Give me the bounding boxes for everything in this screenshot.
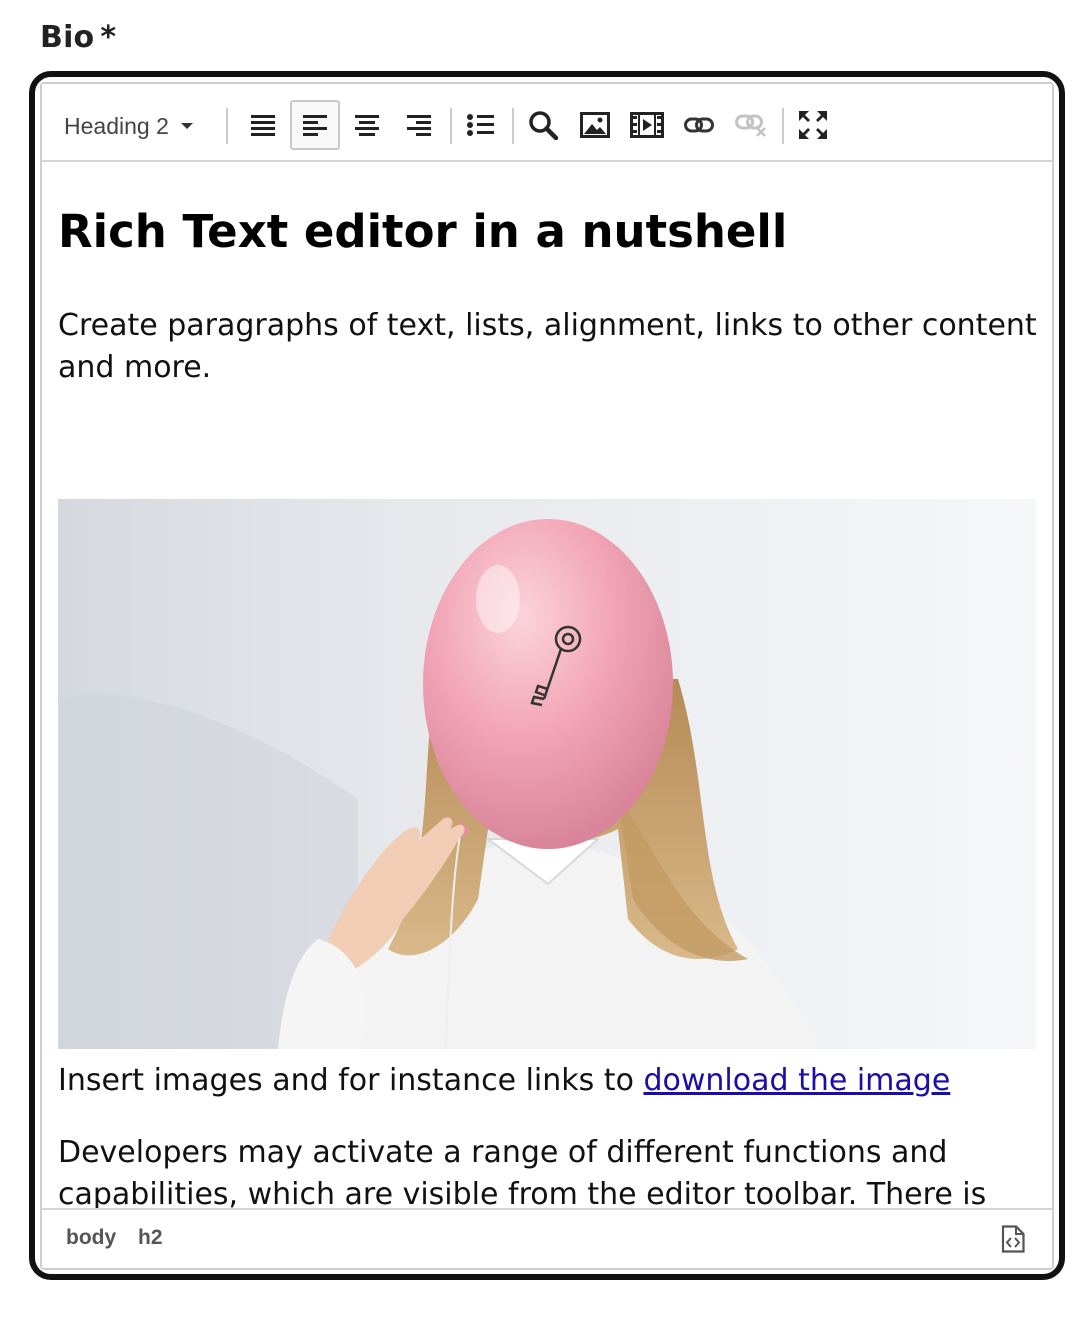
- rich-text-editor[interactable]: Heading 2 Rich Text editor in a nutshell…: [40, 82, 1054, 1270]
- insert-media-button[interactable]: [622, 100, 672, 150]
- source-code-button[interactable]: [996, 1222, 1030, 1256]
- editor-toolbar: Heading 2: [42, 84, 1052, 162]
- align-right-button[interactable]: [394, 100, 444, 150]
- embedded-image[interactable]: [58, 499, 1036, 1049]
- align-right-icon: [407, 115, 431, 136]
- fullscreen-button[interactable]: [788, 100, 838, 150]
- toolbar-separator: [226, 108, 228, 144]
- toolbar-separator: [512, 108, 514, 144]
- link-icon: [684, 117, 714, 133]
- balloon-girl-image: [58, 499, 1036, 1049]
- image-icon: [580, 112, 610, 138]
- toolbar-separator: [782, 108, 784, 144]
- path-item-body[interactable]: body: [66, 1226, 116, 1249]
- content-heading[interactable]: Rich Text editor in a nutshell: [58, 204, 787, 260]
- required-marker: *: [100, 20, 117, 55]
- justify-icon: [251, 115, 275, 136]
- unlink-icon: [735, 114, 766, 137]
- search-icon: [529, 111, 558, 140]
- field-label: Bio *: [40, 20, 116, 55]
- bullet-list-button[interactable]: [456, 100, 506, 150]
- download-image-link[interactable]: download the image: [643, 1063, 950, 1098]
- caption-text: Insert images and for instance links to: [58, 1063, 644, 1098]
- paragraph-intro[interactable]: Create paragraphs of text, lists, alignm…: [58, 305, 1038, 389]
- justify-button[interactable]: [238, 100, 288, 150]
- toolbar-separator: [450, 108, 452, 144]
- element-path: body h2: [66, 1226, 179, 1250]
- editor-statusbar: body h2: [42, 1208, 1052, 1268]
- bullet-list-icon: [467, 114, 494, 136]
- field-label-text: Bio: [40, 20, 95, 55]
- insert-image-button[interactable]: [570, 100, 620, 150]
- fullscreen-icon: [799, 111, 827, 139]
- insert-link-button[interactable]: [674, 100, 724, 150]
- path-item-h2[interactable]: h2: [138, 1226, 163, 1249]
- media-icon: [630, 112, 664, 138]
- align-center-icon: [355, 115, 379, 136]
- source-code-icon: [1001, 1225, 1025, 1253]
- search-button[interactable]: [518, 100, 568, 150]
- unlink-button[interactable]: [726, 100, 776, 150]
- image-caption[interactable]: Insert images and for instance links to …: [58, 1060, 1038, 1102]
- caret-down-icon: [180, 123, 193, 129]
- align-center-button[interactable]: [342, 100, 392, 150]
- format-select[interactable]: Heading 2: [64, 106, 193, 146]
- align-left-icon: [303, 115, 327, 136]
- format-select-value: Heading 2: [64, 112, 169, 139]
- align-left-button[interactable]: [290, 100, 340, 150]
